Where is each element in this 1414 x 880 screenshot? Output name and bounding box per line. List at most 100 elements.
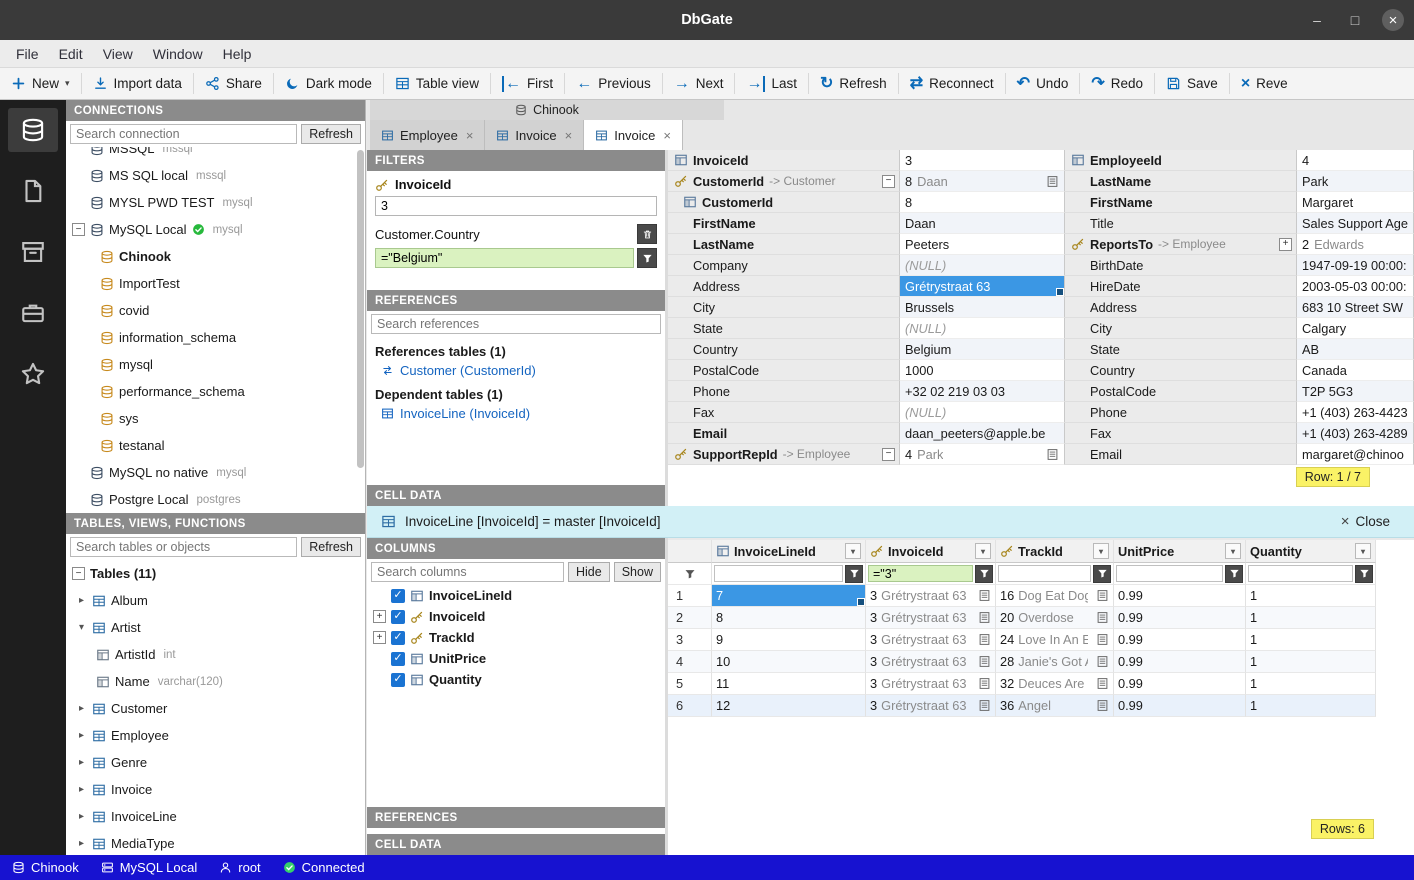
close-detail-button[interactable]: × Close (1341, 513, 1400, 530)
connection-item-information-schema[interactable]: information_schema (66, 324, 365, 351)
reference-link[interactable]: Customer (CustomerId) (367, 361, 665, 380)
tables-item-genre[interactable]: ▸Genre (66, 749, 365, 776)
grid-cell[interactable]: 1 (1246, 673, 1376, 695)
toolbar-reve-button[interactable]: ×Reve (1230, 68, 1299, 99)
connection-item-mssql[interactable]: MSSQLmssql (66, 147, 365, 162)
filter-menu-button[interactable] (845, 565, 863, 583)
connection-item-mysql-no-native[interactable]: MySQL no nativemysql (66, 459, 365, 486)
form-field-value[interactable]: Canada (1297, 360, 1414, 381)
minimize-button[interactable]: – (1306, 9, 1328, 31)
expand-icon[interactable]: + (373, 631, 386, 644)
connection-item-performance-schema[interactable]: performance_schema (66, 378, 365, 405)
tables-item-invoiceline[interactable]: ▸InvoiceLine (66, 803, 365, 830)
grid-cell[interactable]: 3Grétrystraat 63 (866, 585, 996, 607)
remove-filter-button[interactable] (637, 224, 657, 244)
connection-item-chinook[interactable]: Chinook (66, 243, 365, 270)
tables-item-mediatype[interactable]: ▸MediaType (66, 830, 365, 855)
connection-item-postgre-local[interactable]: Postgre Localpostgres (66, 486, 365, 513)
collapse-icon[interactable]: − (882, 175, 895, 188)
form-field-value[interactable]: +1 (403) 263-4289 (1297, 423, 1414, 444)
tables-item-tables-11[interactable]: −Tables (11) (66, 560, 365, 587)
form-field-value[interactable]: 1000 (900, 360, 1065, 381)
grid-cell[interactable]: 11 (712, 673, 866, 695)
column-checkbox-row-trackid[interactable]: +✓TrackId (367, 627, 665, 648)
connection-item-sys[interactable]: sys (66, 405, 365, 432)
chevron-right-icon[interactable]: ▸ (76, 784, 87, 795)
grid-cell[interactable]: 3Grétrystraat 63 (866, 695, 996, 717)
grid-cell[interactable]: 0.99 (1114, 607, 1246, 629)
toolbar-previous-button[interactable]: ←Previous (565, 68, 662, 99)
grid-cell[interactable]: 28Janie's Got A (996, 651, 1114, 673)
grid-cell[interactable]: 1 (1246, 695, 1376, 717)
sidebar-archive-button[interactable] (8, 230, 58, 274)
collapse-icon[interactable]: − (72, 567, 85, 580)
form-field-value[interactable]: Brussels (900, 297, 1065, 318)
grid-cell[interactable]: 12 (712, 695, 866, 717)
tables-refresh-button[interactable]: Refresh (301, 537, 361, 557)
connections-scrollbar[interactable] (357, 150, 364, 468)
tab-close-icon[interactable]: × (663, 128, 671, 143)
grid-cell[interactable]: 36Angel (996, 695, 1114, 717)
sidebar-favorites-button[interactable] (8, 352, 58, 396)
grid-cell[interactable]: 3Grétrystraat 63 (866, 607, 996, 629)
column-menu-button[interactable]: ▾ (975, 543, 991, 559)
grid-cell[interactable]: 24Love In An El (996, 629, 1114, 651)
form-field-value[interactable]: 3 (900, 150, 1065, 171)
filter-value-input[interactable] (375, 196, 657, 216)
grid-cell[interactable]: 0.99 (1114, 629, 1246, 651)
column-menu-button[interactable]: ▾ (845, 543, 861, 559)
column-checkbox-row-invoiceid[interactable]: +✓InvoiceId (367, 606, 665, 627)
clear-filters-button[interactable] (668, 563, 712, 585)
form-field-value[interactable]: 4Park (900, 444, 1065, 465)
collapse-icon[interactable]: − (882, 448, 895, 461)
toolbar-reconnect-button[interactable]: ⇄Reconnect (899, 68, 1005, 99)
chevron-right-icon[interactable]: ▸ (76, 730, 87, 741)
chevron-down-icon[interactable]: ▾ (76, 622, 87, 633)
reference-link[interactable]: InvoiceLine (InvoiceId) (367, 404, 665, 423)
checkbox-checked[interactable]: ✓ (391, 589, 405, 603)
form-field-value[interactable]: Daan (900, 213, 1065, 234)
toolbar-table-view-button[interactable]: Table view (384, 68, 490, 99)
tables-item-artistid[interactable]: ArtistIdint (66, 641, 365, 668)
tab-close-icon[interactable]: × (466, 128, 474, 143)
toolbar-first-button[interactable]: ←First (491, 68, 564, 99)
form-field-value[interactable]: Margaret (1297, 192, 1414, 213)
sidebar-connections-button[interactable] (8, 108, 58, 152)
connection-item-importtest[interactable]: ImportTest (66, 270, 365, 297)
grid-cell[interactable]: 1 (1246, 629, 1376, 651)
form-field-value[interactable]: Park (1297, 171, 1414, 192)
checkbox-checked[interactable]: ✓ (391, 652, 405, 666)
tab-invoice-1[interactable]: Invoice× (485, 120, 584, 150)
menu-file[interactable]: File (6, 43, 49, 65)
collapse-icon[interactable]: − (72, 223, 85, 236)
menu-view[interactable]: View (93, 43, 143, 65)
connections-refresh-button[interactable]: Refresh (301, 124, 361, 144)
grid-cell[interactable]: 20Overdose (996, 607, 1114, 629)
column-checkbox-row-invoicelineid[interactable]: ✓InvoiceLineId (367, 585, 665, 606)
filter-menu-button[interactable] (637, 248, 657, 268)
form-field-value[interactable]: 683 10 Street SW (1297, 297, 1414, 318)
toolbar-next-button[interactable]: →Next (663, 68, 735, 99)
expand-icon[interactable]: + (373, 610, 386, 623)
chevron-right-icon[interactable]: ▸ (76, 838, 87, 849)
hide-column-button[interactable]: Hide (568, 562, 610, 582)
filter-menu-button[interactable] (1093, 565, 1111, 583)
toolbar-new-button[interactable]: New▾ (0, 68, 81, 99)
tables-item-invoice[interactable]: ▸Invoice (66, 776, 365, 803)
form-field-value[interactable]: Grétrystraat 63 (900, 276, 1065, 297)
tables-item-artist[interactable]: ▾Artist (66, 614, 365, 641)
column-menu-button[interactable]: ▾ (1093, 543, 1109, 559)
filter-menu-button[interactable] (1355, 565, 1373, 583)
grid-filter-input[interactable] (868, 565, 973, 582)
grid-cell[interactable]: 10 (712, 651, 866, 673)
form-field-value[interactable]: Peeters (900, 234, 1065, 255)
grid-filter-input[interactable] (998, 565, 1091, 582)
grid-cell[interactable]: 1 (1246, 607, 1376, 629)
checkbox-checked[interactable]: ✓ (391, 673, 405, 687)
checkbox-checked[interactable]: ✓ (391, 610, 405, 624)
toolbar-undo-button[interactable]: ↶Undo (1006, 68, 1080, 99)
toolbar-share-button[interactable]: Share (194, 68, 273, 99)
connection-item-ms-sql-local[interactable]: MS SQL localmssql (66, 162, 365, 189)
tables-item-album[interactable]: ▸Album (66, 587, 365, 614)
form-field-value[interactable]: 8 (900, 192, 1065, 213)
